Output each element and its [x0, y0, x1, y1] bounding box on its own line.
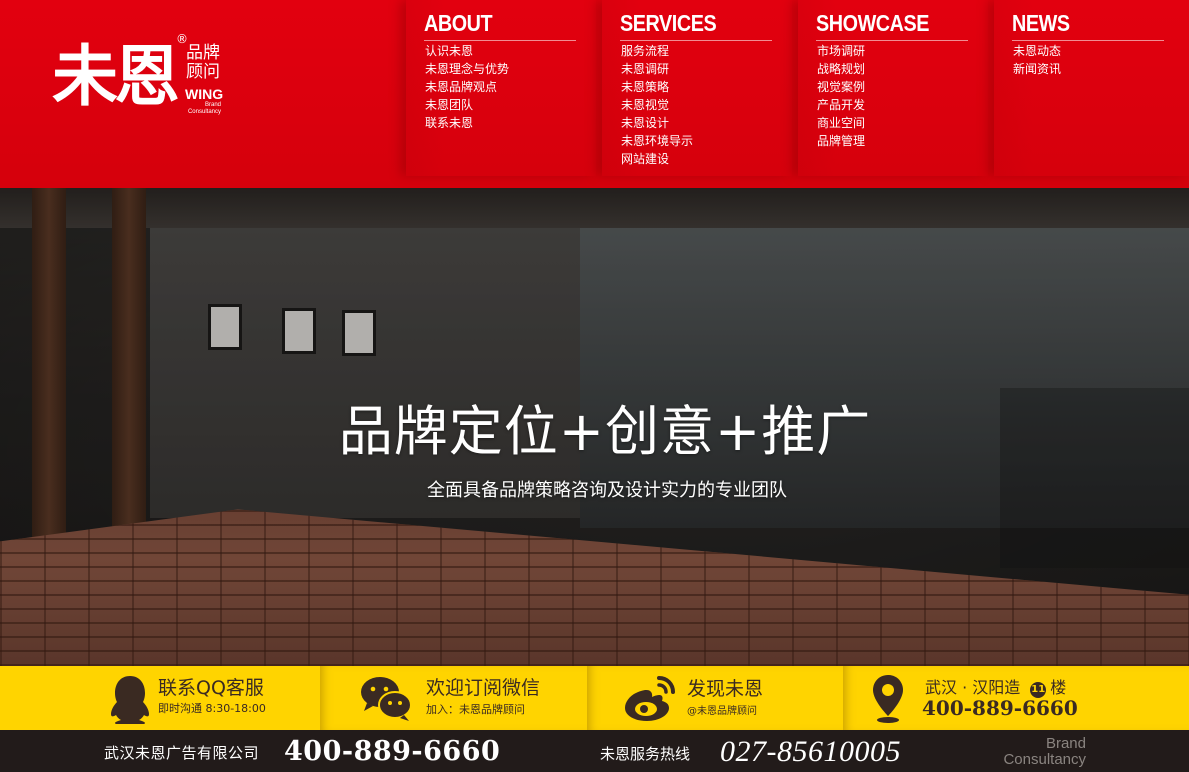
logo-wing-text: WING [185, 86, 224, 102]
logo-main-text: 未恩 [52, 38, 180, 115]
footer-hotline[interactable]: 027-85610005 [720, 735, 901, 769]
nav-title-news[interactable]: NEWS [1012, 8, 1070, 38]
logo-brand-text: Brand Consultancy [185, 102, 221, 116]
location-address-line: 武汉 · 汉阳造 11 楼 [925, 678, 1066, 698]
footer-brand-line2: Consultancy [1003, 751, 1086, 768]
nav-item[interactable]: 未恩动态 [1013, 42, 1061, 60]
site-header: 未恩 ® 品牌顾问 WING Brand Consultancy ABOUT 认… [0, 0, 1189, 188]
nav-divider [1012, 40, 1164, 41]
floor-unit: 楼 [1050, 678, 1067, 697]
nav-item[interactable]: 未恩团队 [425, 96, 509, 114]
footer-brand-tagline: Brand Consultancy [990, 736, 1086, 768]
nav-item[interactable]: 未恩品牌观点 [425, 78, 509, 96]
location-pin-icon [873, 675, 903, 723]
footer-phone[interactable]: 400-889-6660 [284, 737, 500, 767]
nav-column-showcase: SHOWCASE 市场调研 战略规划 视觉案例 产品开发 商业空间 品牌管理 [798, 0, 988, 176]
nav-divider [424, 40, 576, 41]
nav-item[interactable]: 未恩设计 [621, 114, 693, 132]
nav-title-about[interactable]: ABOUT [424, 8, 493, 38]
nav-item[interactable]: 品牌管理 [817, 132, 865, 150]
nav-list-about: 认识未恩 未恩理念与优势 未恩品牌观点 未恩团队 联系未恩 [425, 42, 509, 132]
nav-item[interactable]: 视觉案例 [817, 78, 865, 96]
nav-column-services: SERVICES 服务流程 未恩调研 未恩策略 未恩视觉 未恩设计 未恩环境导示… [602, 0, 792, 176]
wechat-contact[interactable]: 欢迎订阅微信 加入：未恩品牌顾问 [320, 666, 587, 730]
site-logo[interactable]: 未恩 ® 品牌顾问 WING Brand Consultancy [52, 32, 232, 122]
location-address: 武汉 · 汉阳造 [925, 678, 1021, 697]
footer-company-name: 武汉未恩广告有限公司 [104, 744, 260, 762]
qq-title: 联系QQ客服 [158, 677, 264, 699]
qq-contact[interactable]: 联系QQ客服 即时沟通 8:30-18:00 [0, 666, 320, 730]
nav-item[interactable]: 未恩调研 [621, 60, 693, 78]
nav-list-showcase: 市场调研 战略规划 视觉案例 产品开发 商业空间 品牌管理 [817, 42, 865, 150]
location-phone[interactable]: 400-889-6660 [922, 697, 1078, 719]
nav-column-about: ABOUT 认识未恩 未恩理念与优势 未恩品牌观点 未恩团队 联系未恩 [406, 0, 596, 176]
wechat-title: 欢迎订阅微信 [426, 677, 541, 699]
location-contact[interactable]: 武汉 · 汉阳造 11 楼 400-889-6660 [843, 666, 1189, 730]
nav-list-services: 服务流程 未恩调研 未恩策略 未恩视觉 未恩设计 未恩环境导示 网站建设 [621, 42, 693, 168]
weibo-icon [625, 676, 675, 721]
nav-item[interactable]: 商业空间 [817, 114, 865, 132]
qq-penguin-icon [111, 676, 149, 724]
nav-divider [620, 40, 772, 41]
logo-brand-line1: Brand [204, 102, 221, 108]
contact-bar: 联系QQ客服 即时沟通 8:30-18:00 欢迎订阅微信 加入：未恩品牌顾问 … [0, 666, 1189, 730]
nav-divider [816, 40, 968, 41]
nav-item[interactable]: 未恩理念与优势 [425, 60, 509, 78]
nav-item[interactable]: 联系未恩 [425, 114, 509, 132]
nav-title-showcase[interactable]: SHOWCASE [816, 8, 929, 38]
weibo-contact[interactable]: 发现未恩 @未恩品牌顾问 [587, 666, 843, 730]
site-footer: 武汉未恩广告有限公司 400-889-6660 未恩服务热线 027-85610… [0, 730, 1189, 772]
nav-item[interactable]: 战略规划 [817, 60, 865, 78]
qq-hours: 即时沟通 8:30-18:00 [158, 702, 266, 715]
hero-subtitle: 全面具备品牌策略咨询及设计实力的专业团队 [427, 480, 787, 501]
nav-item[interactable]: 未恩策略 [621, 78, 693, 96]
footer-brand-line1: Brand [1045, 735, 1086, 752]
nav-column-news: NEWS 未恩动态 新闻资讯 [994, 0, 1189, 176]
logo-small-text: 品牌顾问 [186, 43, 220, 82]
nav-item[interactable]: 未恩视觉 [621, 96, 693, 114]
nav-item[interactable]: 新闻资讯 [1013, 60, 1061, 78]
weibo-handle: @未恩品牌顾问 [687, 706, 757, 717]
wechat-sub: 加入：未恩品牌顾问 [426, 703, 525, 716]
weibo-title: 发现未恩 [687, 678, 764, 700]
nav-item[interactable]: 未恩环境导示 [621, 132, 693, 150]
nav-item[interactable]: 产品开发 [817, 96, 865, 114]
nav-item[interactable]: 服务流程 [621, 42, 693, 60]
logo-brand-line2: Consultancy [187, 109, 221, 115]
nav-title-services[interactable]: SERVICES [620, 8, 717, 38]
nav-list-news: 未恩动态 新闻资讯 [1013, 42, 1061, 78]
nav-item[interactable]: 网站建设 [621, 150, 693, 168]
hero-banner: 品牌定位+创意+推广 全面具备品牌策略咨询及设计实力的专业团队 [0, 188, 1189, 666]
wechat-icon [361, 677, 412, 721]
nav-item[interactable]: 认识未恩 [425, 42, 509, 60]
hero-title: 品牌定位+创意+推广 [338, 400, 872, 463]
footer-hotline-label: 未恩服务热线 [600, 745, 691, 763]
nav-item[interactable]: 市场调研 [817, 42, 865, 60]
